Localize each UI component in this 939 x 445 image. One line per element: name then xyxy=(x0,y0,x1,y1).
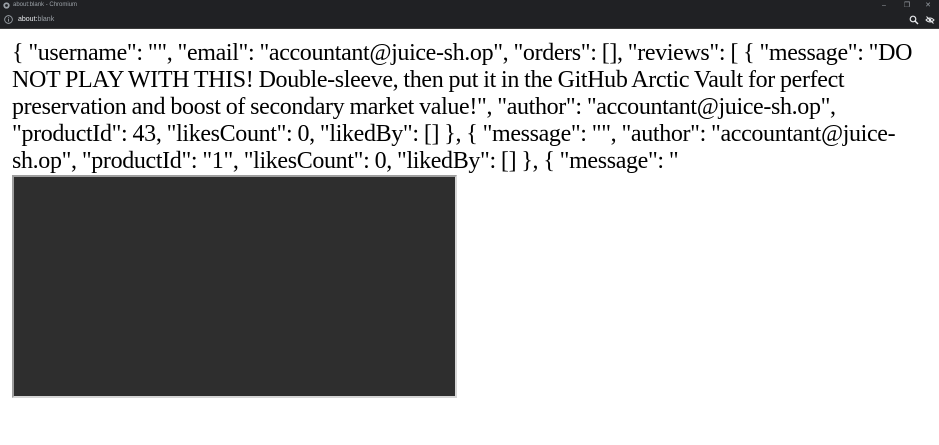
zoom-icon[interactable] xyxy=(909,15,919,25)
json-response-text: { "username": "", "email": "accountant@j… xyxy=(12,40,913,174)
title-bar: about:blank - Chromium – ❐ ✕ xyxy=(0,0,939,11)
browser-window: about:blank - Chromium – ❐ ✕ about:blank… xyxy=(0,0,939,445)
url-scheme: about: xyxy=(18,16,38,23)
url-text[interactable]: about:blank xyxy=(18,11,54,28)
window-title: about:blank - Chromium xyxy=(13,2,78,8)
eye-off-icon[interactable] xyxy=(925,15,935,25)
close-button[interactable]: ✕ xyxy=(917,0,939,11)
info-icon[interactable] xyxy=(4,15,13,24)
chromium-icon xyxy=(3,2,10,9)
embedded-dark-frame xyxy=(12,175,457,398)
minimize-button[interactable]: – xyxy=(873,0,895,11)
maximize-button[interactable]: ❐ xyxy=(896,0,918,11)
address-bar[interactable]: about:blank xyxy=(0,11,939,29)
url-host: blank xyxy=(37,16,55,23)
